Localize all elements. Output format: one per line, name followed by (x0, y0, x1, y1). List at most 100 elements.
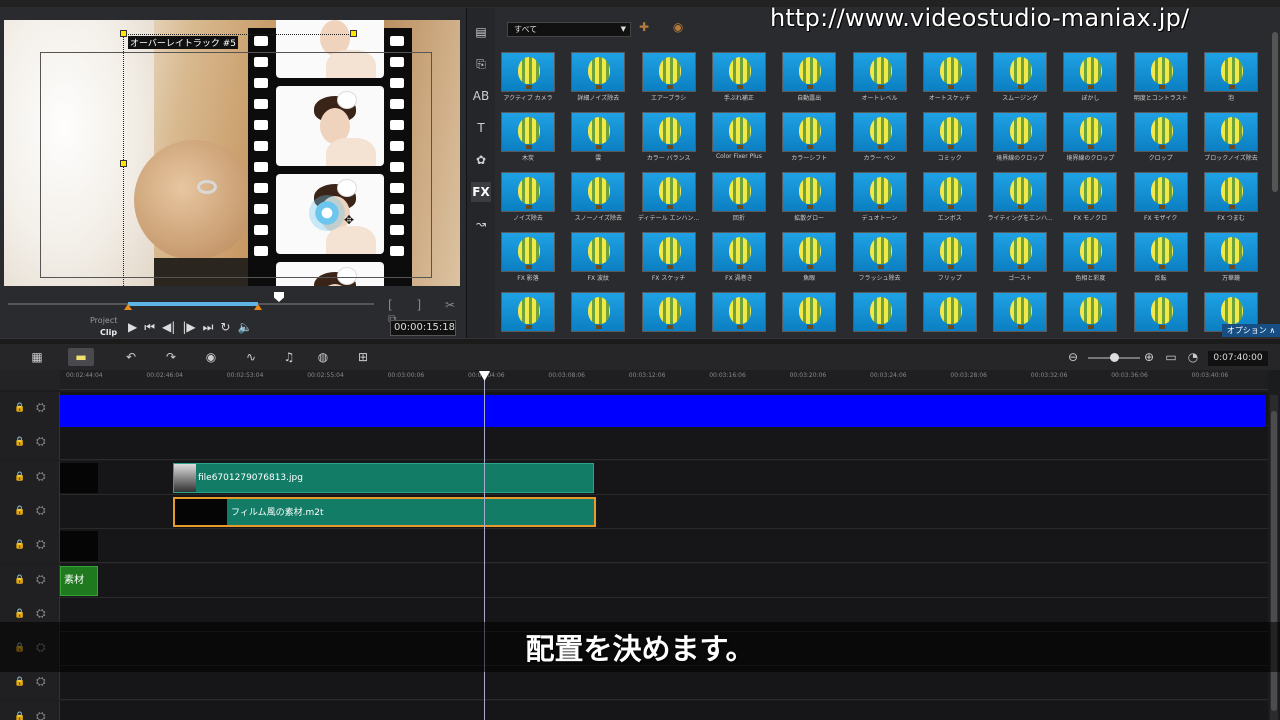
auto-music-icon[interactable]: ♫ (280, 348, 298, 366)
overlay-selection-box[interactable] (123, 34, 355, 286)
filter-tile[interactable]: 色相と彩度 (1063, 232, 1118, 284)
filter-tile[interactable]: スムージング (993, 52, 1048, 104)
trim-out-handle[interactable] (254, 304, 262, 310)
filter-tile[interactable]: オートレベル (852, 52, 907, 104)
filter-tile[interactable]: FX つまむ (1204, 172, 1258, 224)
filter-tile[interactable]: ノイズ除去 (501, 172, 555, 224)
library-tool-icons[interactable]: ✚ ◉ (639, 20, 693, 34)
filter-tile[interactable]: 境界線のクロップ (993, 112, 1048, 164)
filter-tile[interactable] (1133, 292, 1188, 344)
filter-tile[interactable]: ぼかし (1063, 52, 1118, 104)
filter-tile[interactable]: 拡散グロー (782, 172, 837, 224)
filter-tile[interactable]: 泡 (1204, 52, 1258, 104)
clip-mode-label[interactable]: Clip (100, 328, 117, 337)
filter-tile[interactable]: 万華鏡 (1204, 232, 1258, 284)
filter-tile[interactable]: ライティングをエンハ... (987, 172, 1053, 224)
filter-tile[interactable]: 自動露出 (782, 52, 837, 104)
lock-icon[interactable]: 🔒 (14, 506, 25, 516)
filter-tile[interactable]: 魚眼 (782, 232, 837, 284)
filter-tile[interactable]: カラーシフト (782, 112, 837, 164)
track-visibility-icon[interactable]: ⛭ (36, 572, 46, 587)
resize-handle[interactable] (120, 160, 127, 167)
timecode-field[interactable]: 00:00:15:18 (390, 320, 456, 336)
graphics-icon[interactable]: ✿ (471, 150, 491, 170)
motion-tracking-icon[interactable]: ◍ (314, 348, 332, 366)
filter-tile[interactable]: 木炭 (501, 112, 555, 164)
fit-project-icon[interactable]: ▭ (1164, 348, 1178, 366)
filter-tile[interactable]: クロップ (1133, 112, 1188, 164)
filter-tile[interactable]: カラー ペン (852, 112, 907, 164)
filter-tile[interactable]: エンボス (922, 172, 977, 224)
track-visibility-icon[interactable]: ⛭ (36, 606, 46, 621)
filter-tile[interactable]: スノーノイズ除去 (571, 172, 626, 224)
filter-tile[interactable]: オートスケッチ (922, 52, 977, 104)
track-visibility-icon[interactable]: ⛭ (36, 434, 46, 449)
scrubber-playhead[interactable] (274, 292, 284, 302)
volume-icon[interactable]: 🔈 (237, 320, 252, 335)
library-category-select[interactable]: すべて ▼ (507, 22, 631, 37)
filter-tile[interactable]: 詳細ノイズ除去 (571, 52, 626, 104)
library-scrollbar[interactable] (1272, 32, 1278, 192)
track-visibility-icon[interactable]: ⛭ (36, 503, 46, 518)
lock-icon[interactable]: 🔒 (14, 540, 25, 550)
resize-handle[interactable] (120, 30, 127, 37)
track-visibility-icon[interactable]: ⛭ (36, 537, 46, 552)
timeline-track[interactable]: 🔒⛭ (0, 563, 1268, 598)
filter-tile[interactable]: Color Fixer Plus (711, 112, 766, 164)
filter-tile[interactable] (782, 292, 837, 344)
lock-icon[interactable]: 🔒 (14, 472, 25, 482)
trim-in-handle[interactable] (124, 304, 132, 310)
subtitle-editor-icon[interactable]: ⊞ (354, 348, 372, 366)
lock-icon[interactable]: 🔒 (14, 712, 25, 720)
filter-tile[interactable]: アクティブ カメラ (501, 52, 555, 104)
lock-icon[interactable]: 🔒 (14, 677, 25, 687)
path-icon[interactable]: ↝ (471, 214, 491, 234)
filter-tile[interactable] (571, 292, 626, 344)
filter-tile[interactable]: FX 波紋 (571, 232, 626, 284)
filter-tile[interactable]: コミック (922, 112, 977, 164)
small-video-clip[interactable] (60, 463, 98, 493)
filter-tile[interactable]: FX モザイク (1133, 172, 1188, 224)
title-icon[interactable]: T (471, 118, 491, 138)
redo-icon[interactable]: ↷ (162, 348, 180, 366)
repeat-icon[interactable]: ↻ (220, 320, 230, 335)
end-icon[interactable]: ⏭ (203, 320, 214, 335)
filter-tile[interactable] (1063, 292, 1118, 344)
filter-tile[interactable] (852, 292, 907, 344)
timeline-track[interactable]: 🔒⛭ (0, 426, 1268, 461)
home-icon[interactable]: ⏮ (144, 320, 155, 335)
lock-icon[interactable]: 🔒 (14, 575, 25, 585)
track-visibility-icon[interactable]: ⛭ (36, 674, 46, 689)
undo-icon[interactable]: ↶ (122, 348, 140, 366)
filter-tile[interactable]: ブロックノイズ除去 (1204, 112, 1258, 164)
filter-tile[interactable] (711, 292, 766, 344)
prev-frame-icon[interactable]: ◀| (162, 320, 175, 335)
filter-tile[interactable]: デュオトーン (852, 172, 907, 224)
fx-icon[interactable]: FX (471, 182, 491, 202)
filter-tile[interactable]: FX 渦巻き (711, 232, 766, 284)
filter-tile[interactable] (501, 292, 555, 344)
filter-tile[interactable]: ゴースト (993, 232, 1048, 284)
background-color-clip[interactable] (60, 395, 1266, 427)
filter-tile[interactable]: 雲 (571, 112, 626, 164)
zoom-out-icon[interactable]: ⊖ (1066, 348, 1080, 366)
video-clip[interactable]: フィルム風の素材.m2t (173, 497, 596, 527)
track-visibility-icon[interactable]: ⛭ (36, 469, 46, 484)
filter-tile[interactable]: カラー バランス (641, 112, 696, 164)
filter-tile[interactable]: フリップ (922, 232, 977, 284)
media-icon[interactable]: ▤ (471, 22, 491, 42)
filter-tile[interactable] (993, 292, 1048, 344)
record-capture-icon[interactable]: ◉ (202, 348, 220, 366)
project-mode-label[interactable]: Project (90, 316, 117, 325)
image-clip[interactable]: file6701279076813.jpg (173, 463, 594, 493)
instant-project-icon[interactable]: ⎘ (471, 54, 491, 74)
filter-tile[interactable]: FX 影落 (501, 232, 555, 284)
preview-screen[interactable]: オーバーレイトラック #5 ✥ (4, 20, 460, 286)
small-video-clip[interactable] (60, 531, 98, 561)
sound-mixer-icon[interactable]: ∿ (242, 348, 260, 366)
filter-tile[interactable]: 反転 (1133, 232, 1188, 284)
timeline-view-icon[interactable]: ▬ (68, 348, 94, 366)
filter-tile[interactable]: フラッシュ除去 (852, 232, 907, 284)
play-icon[interactable]: ▶ (128, 320, 137, 335)
trim-range[interactable] (128, 302, 258, 306)
